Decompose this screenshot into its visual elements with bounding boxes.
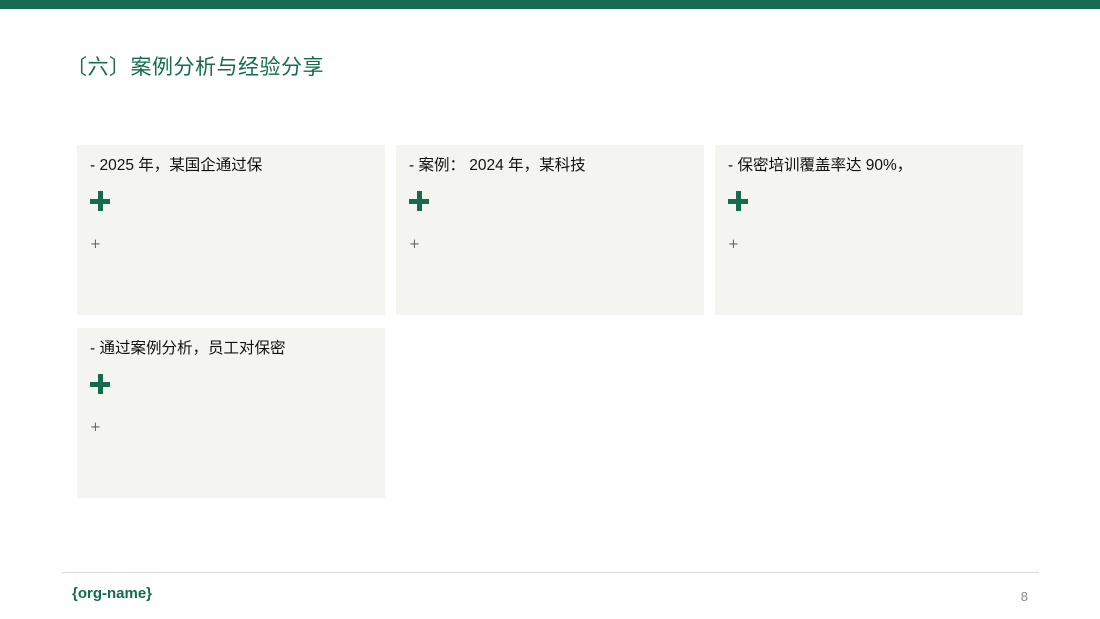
plus-icon[interactable] [728,191,748,211]
case-card-text: - 通过案例分析，员工对保密 [90,340,286,357]
case-card-4: - 通过案例分析，员工对保密 + [77,328,385,498]
small-plus-icon: + [728,237,739,252]
footer-divider [62,572,1039,573]
plus-icon[interactable] [90,191,110,211]
case-card-text: - 保密培训覆盖率达 90%， [728,157,913,174]
case-cards: - 2025 年，某国企通过保 + - 案例： 2024 年，某科技 + - 保… [0,0,1100,619]
org-name: {org-name} [72,585,153,602]
case-card-text: - 案例： 2024 年，某科技 [409,157,586,174]
small-plus-icon: + [90,237,101,252]
case-card-2: - 案例： 2024 年，某科技 + [396,145,704,315]
small-plus-icon: + [409,237,420,252]
small-plus-icon: + [90,420,101,435]
plus-icon[interactable] [90,374,110,394]
plus-icon[interactable] [409,191,429,211]
case-card-3: - 保密培训覆盖率达 90%， + [715,145,1023,315]
page-number: 8 [1020,589,1028,604]
case-card-text: - 2025 年，某国企通过保 [90,157,263,174]
case-card-1: - 2025 年，某国企通过保 + [77,145,385,315]
